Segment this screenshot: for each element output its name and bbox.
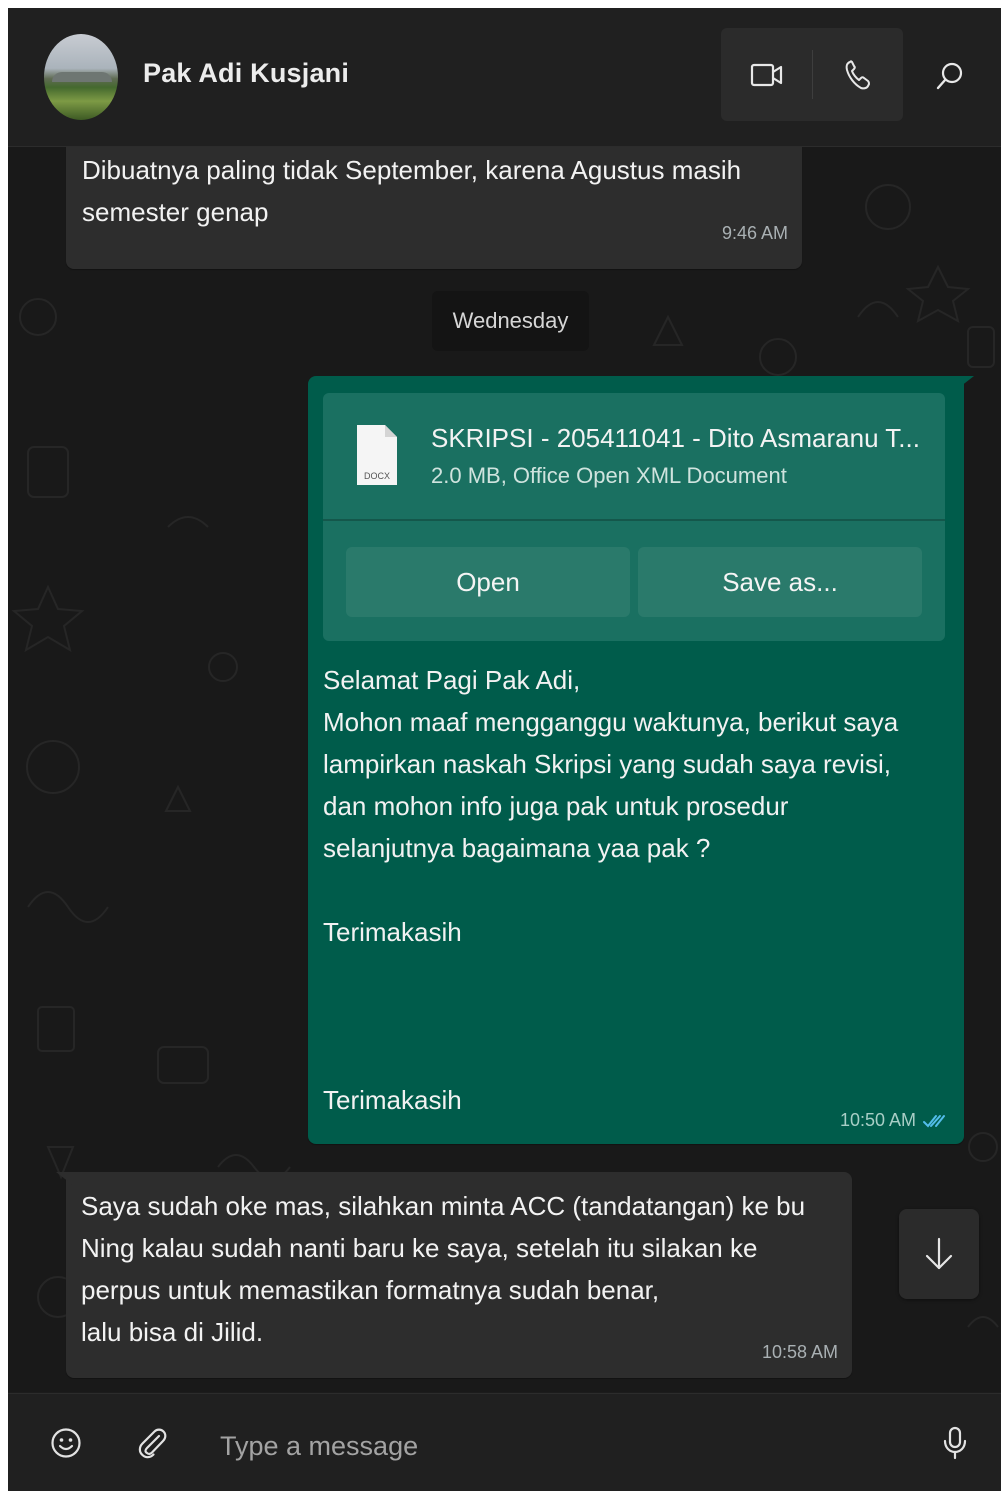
scroll-to-bottom-button[interactable] (899, 1209, 979, 1299)
date-separator: Wednesday (432, 291, 589, 351)
read-ticks-icon (923, 1114, 945, 1127)
phone-icon (845, 59, 870, 89)
message-time: 9:46 AM (721, 223, 788, 243)
contact-name[interactable]: Pak Adi Kusjani (143, 58, 349, 89)
arrow-down-icon (925, 1237, 953, 1270)
docx-file-icon: DOCX (357, 425, 397, 485)
incoming-message[interactable]: Dibuatnya paling tidak September, karena… (66, 147, 802, 269)
message-composer (8, 1393, 1001, 1491)
bubble-tail (56, 1172, 74, 1186)
file-type-badge: DOCX (364, 471, 390, 481)
message-text-closing: Terimakasih (323, 1085, 462, 1115)
message-time: 10:58 AM (761, 1342, 838, 1362)
search-button[interactable] (920, 48, 980, 104)
voice-message-button[interactable] (930, 1418, 980, 1468)
chat-header: Pak Adi Kusjani (8, 8, 1001, 147)
message-input[interactable] (218, 1422, 862, 1470)
emoji-button[interactable] (42, 1418, 90, 1468)
file-name: SKRIPSI - 205411041 - Dito Asmaranu T... (431, 423, 920, 453)
message-list[interactable]: Dibuatnya paling tidak September, karena… (8, 147, 1001, 1392)
contact-avatar[interactable] (44, 34, 118, 120)
video-camera-icon (750, 63, 782, 86)
attach-button[interactable] (128, 1418, 176, 1468)
message-time: 10:50 AM (840, 1110, 946, 1131)
save-as-button[interactable]: Save as... (638, 547, 922, 617)
message-text: Saya sudah oke mas, silahkan minta ACC (… (81, 1191, 806, 1347)
chat-window: Pak Adi Kusjani Dibuatnya paling tidak S… (8, 8, 1001, 1491)
voice-call-button[interactable] (813, 28, 903, 121)
emoji-icon (51, 1428, 81, 1458)
bubble-tail (956, 376, 974, 390)
message-time-text: 10:50 AM (839, 1110, 916, 1130)
outgoing-message[interactable]: DOCX SKRIPSI - 205411041 - Dito Asmaranu… (308, 376, 974, 1144)
file-attachment[interactable]: DOCX SKRIPSI - 205411041 - Dito Asmaranu… (323, 393, 945, 641)
message-text: Selamat Pagi Pak Adi, Mohon maaf menggan… (323, 665, 899, 947)
call-buttons-group (721, 28, 903, 121)
microphone-icon (943, 1426, 967, 1460)
search-icon (936, 62, 963, 90)
open-file-button[interactable]: Open (346, 547, 630, 617)
avatar-landscape-mountain (52, 72, 112, 82)
incoming-message[interactable]: Saya sudah oke mas, silahkan minta ACC (… (56, 1172, 852, 1378)
file-card-divider (323, 519, 945, 521)
video-call-button[interactable] (721, 28, 812, 121)
paperclip-icon (138, 1428, 167, 1459)
file-meta: 2.0 MB, Office Open XML Document (431, 463, 787, 488)
message-text: Dibuatnya paling tidak September, karena… (82, 155, 742, 227)
